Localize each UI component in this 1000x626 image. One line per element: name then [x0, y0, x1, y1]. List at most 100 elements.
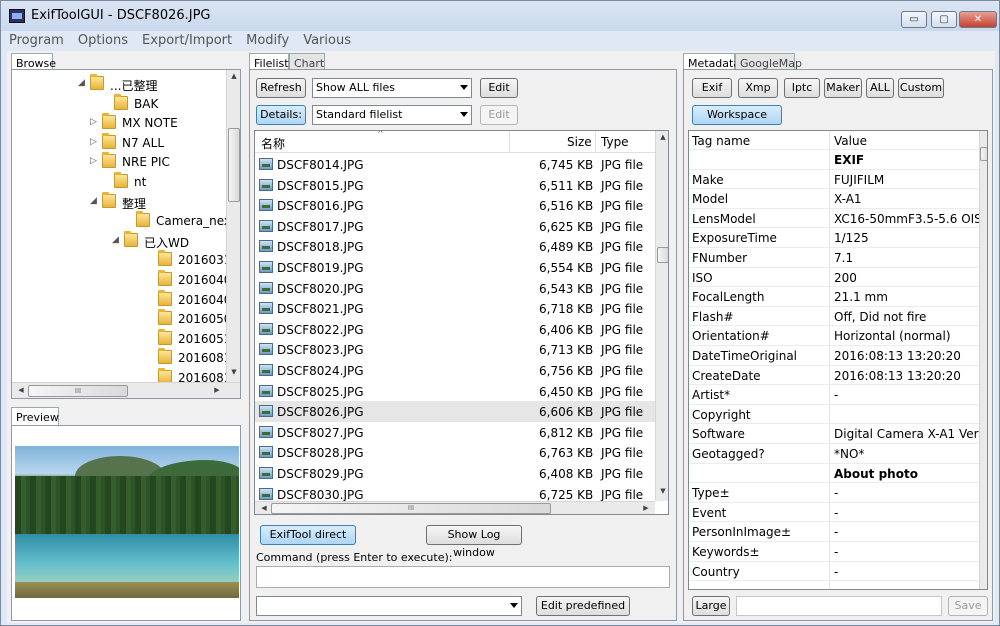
scroll-right-icon[interactable]: ▶: [210, 386, 224, 394]
tab-preview[interactable]: Preview: [11, 407, 59, 425]
tree-item[interactable]: ▷ MX NOTE: [12, 113, 226, 133]
metadata-row[interactable]: Artist* -: [689, 385, 979, 405]
file-row[interactable]: DSCF8016.JPG 6,516 KB JPG file: [255, 195, 655, 216]
scroll-left-icon[interactable]: ◀: [14, 386, 28, 394]
edit-predefined-button[interactable]: Edit predefined: [536, 596, 630, 616]
file-row[interactable]: DSCF8022.JPG 6,406 KB JPG file: [255, 319, 655, 340]
column-size[interactable]: Size: [567, 135, 592, 149]
predefined-command-select[interactable]: [256, 596, 522, 616]
menu-modify[interactable]: Modify: [238, 31, 295, 48]
tree-hscroll-thumb[interactable]: III: [28, 385, 128, 397]
scroll-up-icon[interactable]: ▲: [227, 72, 240, 80]
metadata-row[interactable]: Event -: [689, 503, 979, 523]
xmp-button[interactable]: Xmp: [738, 78, 778, 98]
save-button[interactable]: Save: [948, 596, 988, 616]
metadata-row[interactable]: PersonInImage± -: [689, 522, 979, 542]
tree-item[interactable]: 20160403: [12, 270, 239, 290]
tree-hscrollbar[interactable]: ◀ III ▶: [12, 382, 240, 398]
tree-item[interactable]: 20160409: [12, 289, 239, 310]
tree-item[interactable]: ▷ N7 ALL: [12, 132, 226, 153]
file-row[interactable]: DSCF8029.JPG 6,408 KB JPG file: [255, 463, 655, 484]
file-row[interactable]: DSCF8021.JPG 6,718 KB JPG file: [255, 298, 655, 319]
maximize-button[interactable]: ▢: [931, 11, 957, 28]
menu-program[interactable]: Program: [1, 31, 70, 48]
expand-arrow-icon[interactable]: ▷: [90, 137, 100, 147]
tree-item[interactable]: 20160514: [12, 328, 239, 349]
file-row[interactable]: DSCF8025.JPG 6,450 KB JPG file: [255, 381, 655, 402]
metadata-row[interactable]: Orientation# Horizontal (normal): [689, 326, 979, 346]
metadata-vscrollbar[interactable]: [979, 131, 987, 589]
metadata-scroll-thumb[interactable]: [980, 147, 987, 161]
metadata-row[interactable]: About photo: [689, 464, 979, 484]
filter-edit-button[interactable]: Edit: [480, 78, 518, 98]
file-row[interactable]: DSCF8028.JPG 6,763 KB JPG file: [255, 442, 655, 463]
large-button[interactable]: Large: [692, 596, 730, 616]
custom-button[interactable]: Custom: [898, 78, 944, 98]
tree-scroll-thumb[interactable]: [228, 128, 240, 202]
menu-various[interactable]: Various: [295, 31, 357, 48]
metadata-row[interactable]: ISO 200: [689, 268, 979, 288]
file-row[interactable]: DSCF8017.JPG 6,625 KB JPG file: [255, 216, 655, 237]
metadata-row[interactable]: Flash# Off, Did not fire: [689, 307, 979, 327]
menu-export-import[interactable]: Export/Import: [134, 31, 238, 48]
tree-item[interactable]: 20160318: [12, 250, 239, 270]
maker-button[interactable]: Maker: [824, 78, 862, 98]
expand-arrow-icon[interactable]: ▷: [90, 117, 100, 127]
view-edit-button[interactable]: Edit: [480, 105, 518, 125]
metadata-row[interactable]: CreateDate 2016:08:13 13:20:20: [689, 366, 979, 386]
file-list-hscrollbar[interactable]: ◀ III ▶: [255, 501, 655, 514]
file-row[interactable]: DSCF8019.JPG 6,554 KB JPG file: [255, 257, 655, 278]
column-name[interactable]: 名称: [261, 135, 285, 152]
scroll-down-icon[interactable]: ▼: [656, 487, 668, 495]
expand-arrow-icon[interactable]: ◢: [78, 78, 88, 88]
close-button[interactable]: ✕: [959, 11, 997, 28]
tree-item[interactable]: ◢ 已入WD: [12, 230, 226, 251]
tree-item[interactable]: 20160811: [12, 348, 239, 368]
tree-item[interactable]: ◢ 整理: [12, 191, 226, 212]
column-type[interactable]: Type: [601, 135, 629, 149]
file-row[interactable]: DSCF8015.JPG 6,511 KB JPG file: [255, 175, 655, 196]
metadata-row[interactable]: EXIF: [689, 150, 979, 170]
exiftool-direct-button[interactable]: ExifTool direct: [260, 525, 356, 545]
file-filter-select[interactable]: Show ALL files: [312, 78, 472, 98]
workspace-button[interactable]: Workspace: [692, 105, 782, 125]
refresh-button[interactable]: Refresh: [256, 78, 306, 98]
expand-arrow-icon[interactable]: ◢: [90, 196, 100, 206]
tree-item[interactable]: ▷ NRE PIC: [12, 152, 226, 172]
metadata-row[interactable]: Country -: [689, 562, 979, 582]
minimize-button[interactable]: ▭: [901, 11, 927, 28]
iptc-button[interactable]: Iptc: [784, 78, 820, 98]
file-list-hscroll-thumb[interactable]: III: [271, 503, 551, 514]
scroll-down-icon[interactable]: ▼: [227, 368, 240, 376]
details-button[interactable]: Details:: [256, 105, 306, 125]
metadata-row[interactable]: FocalLength 21.1 mm: [689, 287, 979, 307]
expand-arrow-icon[interactable]: ▷: [90, 156, 100, 166]
file-row[interactable]: DSCF8024.JPG 6,756 KB JPG file: [255, 360, 655, 381]
file-row[interactable]: DSCF8014.JPG 6,745 KB JPG file: [255, 154, 655, 175]
command-input[interactable]: [256, 566, 670, 588]
tree-item[interactable]: BAK: [12, 93, 226, 114]
metadata-row[interactable]: FNumber 7.1: [689, 248, 979, 268]
scroll-left-icon[interactable]: ◀: [257, 504, 271, 512]
file-row[interactable]: DSCF8023.JPG 6,713 KB JPG file: [255, 339, 655, 360]
metadata-row[interactable]: Keywords± -: [689, 542, 979, 562]
show-log-window-button[interactable]: Show Log window: [426, 525, 522, 559]
scroll-up-icon[interactable]: ▲: [656, 133, 668, 141]
expand-arrow-icon[interactable]: ◢: [112, 235, 122, 245]
tree-item[interactable]: ◢ ...已整理: [12, 74, 226, 94]
file-list-vscrollbar[interactable]: ▲ ▼: [655, 131, 668, 501]
metadata-row[interactable]: Type± -: [689, 483, 979, 503]
menu-options[interactable]: Options: [70, 31, 134, 48]
file-row[interactable]: DSCF8027.JPG 6,812 KB JPG file: [255, 422, 655, 443]
tree-item[interactable]: Camera_nexu: [12, 211, 239, 231]
all-button[interactable]: ALL: [866, 78, 894, 98]
file-list-scroll-thumb[interactable]: [657, 247, 668, 263]
metadata-row[interactable]: Model X-A1: [689, 189, 979, 209]
metadata-row[interactable]: Make FUJIFILM: [689, 170, 979, 190]
filelist-view-select[interactable]: Standard filelist: [312, 105, 472, 125]
metadata-row[interactable]: DateTimeOriginal 2016:08:13 13:20:20: [689, 346, 979, 366]
file-row[interactable]: DSCF8018.JPG 6,489 KB JPG file: [255, 236, 655, 257]
metadata-row[interactable]: Copyright: [689, 405, 979, 425]
tree-vscrollbar[interactable]: ▲ ▼: [226, 70, 240, 382]
metadata-row[interactable]: Software Digital Camera X-A1 Ver1.10: [689, 424, 987, 444]
